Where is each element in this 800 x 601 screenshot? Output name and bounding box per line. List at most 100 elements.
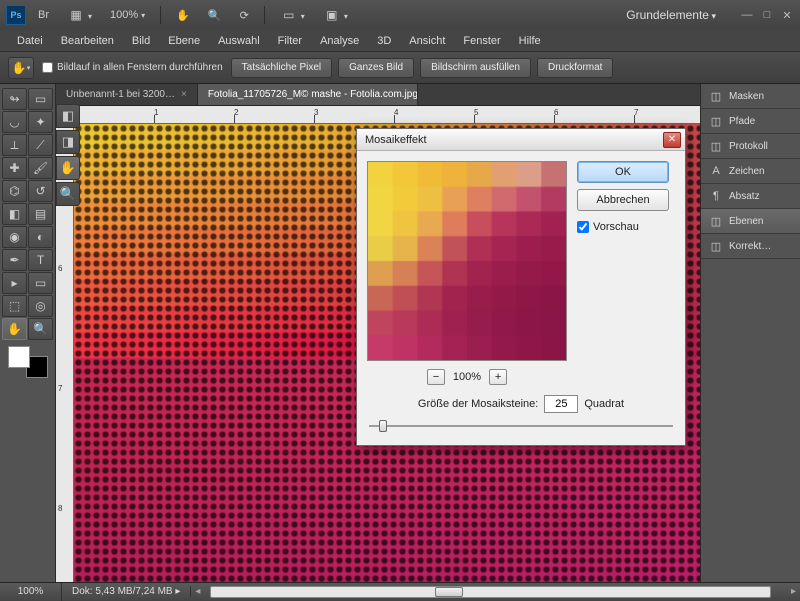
pen-tool[interactable]: ✒ bbox=[2, 249, 27, 271]
dock-tab-hand[interactable]: ✋ bbox=[56, 156, 80, 180]
panel-protokoll[interactable]: ◫Protokoll bbox=[701, 134, 800, 159]
dock-tab-zoom[interactable]: 🔍 bbox=[56, 182, 80, 206]
close-tab-icon[interactable]: × bbox=[181, 84, 187, 105]
status-docinfo[interactable]: Dok: 5,43 MB/7,24 MB ▸ bbox=[62, 586, 191, 597]
scroll-all-checkbox[interactable]: Bildlauf in allen Fenstern durchführen bbox=[42, 62, 223, 73]
mosaic-dialog: Mosaikeffekt ✕ − 100% + OK Abbrechen Vor… bbox=[356, 128, 686, 446]
panel-masken[interactable]: ◫Masken bbox=[701, 84, 800, 109]
grid-icon: ▦ bbox=[67, 6, 85, 24]
cell-size-slider[interactable] bbox=[369, 419, 673, 433]
3dcam-tool[interactable]: ◎ bbox=[28, 295, 53, 317]
wand-tool[interactable]: ✦ bbox=[28, 111, 53, 133]
cell-size-input[interactable] bbox=[544, 395, 578, 413]
3d-tool[interactable]: ⬚ bbox=[2, 295, 27, 317]
zoom-dd[interactable]: 100% bbox=[104, 7, 151, 23]
scroll-all-label: Bildlauf in allen Fenstern durchführen bbox=[57, 62, 223, 73]
menu-analyse[interactable]: Analyse bbox=[311, 30, 368, 52]
menu-filter[interactable]: Filter bbox=[269, 30, 311, 52]
panel-korrekt…[interactable]: ◫Korrekt… bbox=[701, 234, 800, 259]
hand-icon[interactable]: ✋ bbox=[170, 7, 196, 24]
screen-mode-dd[interactable]: ▣ bbox=[317, 4, 354, 26]
layers-icon: ◫ bbox=[709, 214, 723, 228]
panel-absatz[interactable]: ¶Absatz bbox=[701, 184, 800, 209]
left-dock-tabs: ◧ ◨ ✋ 🔍 bbox=[56, 104, 80, 208]
marquee-tool[interactable]: ▭ bbox=[28, 88, 53, 110]
optbtn[interactable]: Bildschirm ausfüllen bbox=[420, 58, 531, 78]
heal-tool[interactable]: ✚ bbox=[2, 157, 27, 179]
preview-chk-input[interactable] bbox=[577, 221, 589, 233]
optbtn[interactable]: Tatsächliche Pixel bbox=[231, 58, 332, 78]
char-icon: A bbox=[709, 164, 723, 178]
menu-ansicht[interactable]: Ansicht bbox=[400, 30, 454, 52]
app-titlebar: Ps Br ▦ 100% ✋ 🔍 ⟳ ▭ ▣ Grundelemente — □… bbox=[0, 0, 800, 30]
zoom-icon[interactable]: 🔍 bbox=[202, 7, 228, 24]
panel-pfade[interactable]: ◫Pfade bbox=[701, 109, 800, 134]
bridge-button[interactable]: Br bbox=[32, 7, 55, 23]
dodge-tool[interactable]: ◐ bbox=[28, 226, 53, 248]
close-button[interactable]: ✕ bbox=[780, 8, 794, 22]
panel-ebenen[interactable]: ◫Ebenen bbox=[701, 209, 800, 234]
status-bar: 100% Dok: 5,43 MB/7,24 MB ▸ ◂ ▸ bbox=[0, 582, 800, 600]
menu-hilfe[interactable]: Hilfe bbox=[510, 30, 550, 52]
options-bar: ✋▾ Bildlauf in allen Fenstern durchführe… bbox=[0, 52, 800, 84]
adjust-icon: ◫ bbox=[709, 239, 723, 253]
dialog-preview[interactable] bbox=[367, 161, 567, 361]
slider-thumb[interactable] bbox=[379, 420, 387, 432]
menu-bearbeiten[interactable]: Bearbeiten bbox=[52, 30, 123, 52]
path-tool[interactable]: ▸ bbox=[2, 272, 27, 294]
fg-color-swatch[interactable] bbox=[8, 346, 30, 368]
view-docs-dd[interactable]: ▦ bbox=[61, 4, 98, 26]
arrange-dd[interactable]: ▭ bbox=[274, 4, 311, 26]
scroll-all-input[interactable] bbox=[42, 62, 53, 73]
h-scrollbar[interactable] bbox=[210, 586, 771, 598]
history-tool[interactable]: ↺ bbox=[28, 180, 53, 202]
dock-tab-1[interactable]: ◧ bbox=[56, 104, 80, 128]
panel-zeichen[interactable]: AZeichen bbox=[701, 159, 800, 184]
crop-tool[interactable]: ⟂ bbox=[2, 134, 27, 156]
color-swatches[interactable] bbox=[8, 346, 48, 378]
menu-ebene[interactable]: Ebene bbox=[159, 30, 209, 52]
type-tool[interactable]: T bbox=[28, 249, 53, 271]
hand-tool[interactable]: ✋ bbox=[2, 318, 27, 340]
gradient-tool[interactable]: ▤ bbox=[28, 203, 53, 225]
dock-tab-2[interactable]: ◨ bbox=[56, 130, 80, 154]
preview-zoom-out[interactable]: − bbox=[427, 369, 445, 385]
right-panels-dock: ◫Masken◫Pfade◫ProtokollAZeichen¶Absatz◫E… bbox=[700, 84, 800, 582]
optbtn[interactable]: Ganzes Bild bbox=[338, 58, 414, 78]
workspace-switcher[interactable]: Grundelemente bbox=[618, 6, 724, 24]
menu-3d[interactable]: 3D bbox=[368, 30, 400, 52]
dialog-titlebar[interactable]: Mosaikeffekt ✕ bbox=[357, 129, 685, 151]
document-tabs: Unbenannt-1 bei 3200…×Fotolia_11705726_M… bbox=[56, 84, 800, 106]
path-icon: ◫ bbox=[709, 114, 723, 128]
cancel-button[interactable]: Abbrechen bbox=[577, 189, 669, 211]
dialog-close-button[interactable]: ✕ bbox=[663, 132, 681, 148]
shape-tool[interactable]: ▭ bbox=[28, 272, 53, 294]
preview-zoom-in[interactable]: + bbox=[489, 369, 507, 385]
lasso-tool[interactable]: ◡ bbox=[2, 111, 27, 133]
ok-button[interactable]: OK bbox=[577, 161, 669, 183]
menu-datei[interactable]: Datei bbox=[8, 30, 52, 52]
menu-bild[interactable]: Bild bbox=[123, 30, 159, 52]
rotate-icon[interactable]: ⟳ bbox=[234, 7, 255, 24]
arrange-icon: ▭ bbox=[280, 6, 298, 24]
document-tab[interactable]: Unbenannt-1 bei 3200…× bbox=[56, 84, 198, 105]
menu-auswahl[interactable]: Auswahl bbox=[209, 30, 269, 52]
hand-tool-icon[interactable]: ✋▾ bbox=[8, 57, 34, 79]
minimize-button[interactable]: — bbox=[740, 8, 754, 22]
blur-tool[interactable]: ◉ bbox=[2, 226, 27, 248]
menu-fenster[interactable]: Fenster bbox=[454, 30, 509, 52]
eyedrop-tool[interactable]: ⟋ bbox=[28, 134, 53, 156]
zoom-tool[interactable]: 🔍 bbox=[28, 318, 53, 340]
maximize-button[interactable]: □ bbox=[760, 8, 774, 22]
move-tool[interactable]: ↬ bbox=[2, 88, 27, 110]
brush-tool[interactable]: 🖌 bbox=[28, 157, 53, 179]
preview-checkbox[interactable]: Vorschau bbox=[577, 221, 669, 233]
mask-icon: ◫ bbox=[709, 89, 723, 103]
status-zoom[interactable]: 100% bbox=[0, 583, 62, 601]
eraser-tool[interactable]: ◧ bbox=[2, 203, 27, 225]
stamp-tool[interactable]: ⌬ bbox=[2, 180, 27, 202]
document-tab[interactable]: Fotolia_11705726_M© mashe - Fotolia.com.… bbox=[198, 84, 418, 105]
h-scroll-thumb[interactable] bbox=[435, 587, 463, 597]
optbtn[interactable]: Druckformat bbox=[537, 58, 613, 78]
app-logo: Ps bbox=[6, 5, 26, 25]
